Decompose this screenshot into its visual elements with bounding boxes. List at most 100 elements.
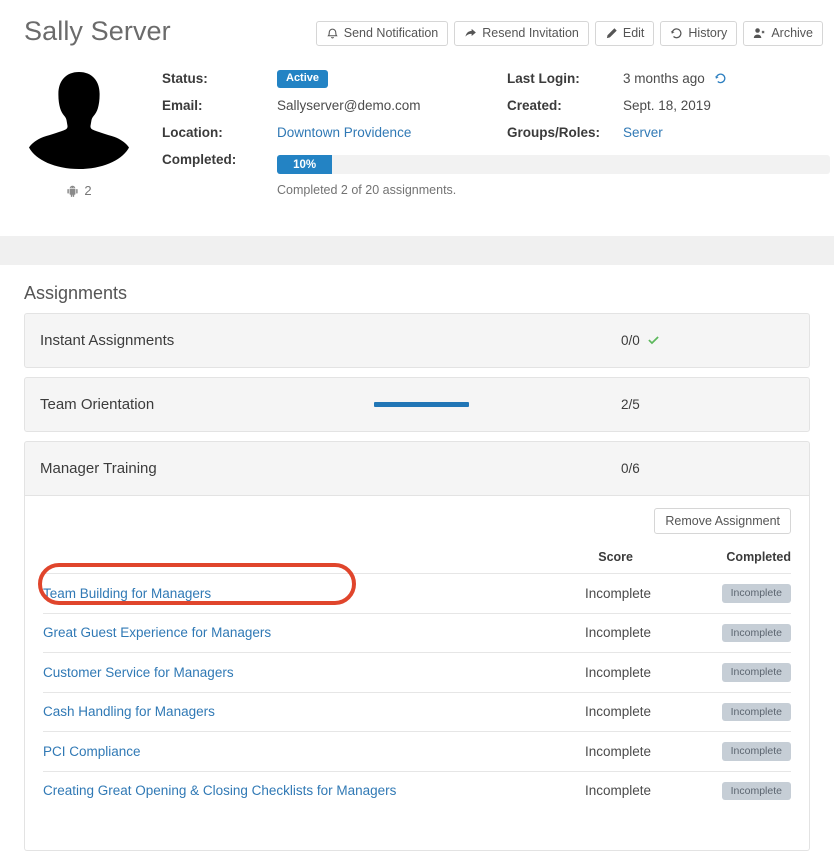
- location-link[interactable]: Downtown Providence: [277, 122, 411, 143]
- status-badge: Incomplete: [721, 623, 791, 642]
- assignment-group-count: 0/0: [621, 333, 640, 348]
- course-link[interactable]: PCI Compliance: [43, 744, 141, 759]
- history-icon: [670, 27, 683, 40]
- course-score: Incomplete: [463, 731, 651, 771]
- course-name-cell: Team Building for Managers: [43, 573, 463, 613]
- field-completed-label: Completed:: [162, 152, 237, 167]
- archive-button[interactable]: Archive: [743, 21, 823, 46]
- status-badge: Incomplete: [721, 742, 791, 761]
- assignment-group-name: Instant Assignments: [40, 332, 175, 349]
- field-email-label: Email:: [162, 98, 203, 113]
- field-location: Location: Downtown Providence: [162, 122, 492, 149]
- assignment-group-header[interactable]: Team Orientation 2/5: [24, 377, 810, 432]
- field-status-label: Status:: [162, 71, 208, 86]
- edit-label: Edit: [622, 26, 645, 41]
- field-last-login-label: Last Login:: [507, 71, 580, 86]
- course-link[interactable]: Customer Service for Managers: [43, 665, 234, 680]
- field-status: Status: Active: [162, 68, 492, 95]
- assignment-group-count-wrap: 0/0: [621, 333, 660, 348]
- assignment-group-progress-fill: [374, 402, 469, 407]
- assignment-group-progress-track: [374, 402, 469, 407]
- history-button[interactable]: History: [660, 21, 738, 46]
- assignment-group-header[interactable]: Manager Training 0/6: [24, 441, 810, 496]
- bell-icon: [326, 27, 339, 40]
- assignments-section-title: Assignments: [24, 283, 128, 303]
- course-link[interactable]: Team Building for Managers: [43, 586, 211, 601]
- column-header-name: [43, 550, 463, 574]
- course-completed-cell: Incomplete: [651, 691, 791, 732]
- field-created: Created: Sept. 18, 2019: [507, 95, 827, 122]
- course-score: Incomplete: [463, 652, 651, 692]
- course-name-cell: Great Guest Experience for Managers: [43, 612, 463, 653]
- field-last-login-value: 3 months ago: [623, 71, 705, 86]
- history-icon[interactable]: [714, 72, 727, 85]
- completion-progress-fill: 10%: [277, 155, 333, 174]
- pencil-icon: [605, 27, 618, 40]
- archive-label: Archive: [771, 26, 813, 41]
- status-badge: Incomplete: [721, 584, 791, 603]
- field-email-value: Sallyserver@demo.com: [277, 98, 421, 113]
- field-groups-roles-label: Groups/Roles:: [507, 125, 601, 140]
- course-score: Incomplete: [463, 612, 651, 653]
- completion-note: Completed 2 of 20 assignments.: [277, 183, 457, 197]
- send-notification-button[interactable]: Send Notification: [315, 21, 449, 46]
- completion-progress-block: 10% Completed 2 of 20 assignments.: [277, 155, 830, 197]
- course-name-cell: Creating Great Opening & Closing Checkli…: [43, 770, 463, 810]
- course-completed-cell: Incomplete: [651, 612, 791, 653]
- field-email: Email: Sallyserver@demo.com: [162, 95, 492, 122]
- course-completed-cell: Incomplete: [651, 731, 791, 771]
- table-row: Cash Handling for Managers Incomplete Inco…: [43, 691, 791, 732]
- course-score: Incomplete: [463, 573, 651, 613]
- status-badge-wrap: Active: [277, 68, 329, 88]
- table-row: Team Building for Managers Incomplete Inco…: [43, 573, 791, 613]
- android-icon: [67, 185, 78, 197]
- completion-progress-track: 10%: [277, 155, 830, 174]
- user-times-icon: [753, 27, 766, 40]
- field-location-label: Location:: [162, 125, 223, 140]
- course-link[interactable]: Cash Handling for Managers: [43, 704, 215, 719]
- assignment-group-count: 0/6: [621, 461, 640, 476]
- status-badge: Incomplete: [721, 702, 791, 721]
- status-badge: Active: [277, 70, 329, 88]
- course-name-cell: Customer Service for Managers: [43, 652, 463, 692]
- assignments-accordion: Instant Assignments 0/0 Team Orientation 2/…: [24, 313, 810, 854]
- field-groups-roles: Groups/Roles: Server: [507, 122, 827, 149]
- page-title: Sally Server: [24, 16, 171, 46]
- avatar-block: 2: [24, 68, 134, 203]
- table-row: Customer Service for Managers Incomplete I…: [43, 652, 791, 692]
- assignments-panel: Assignments Instant Assignments 0/0 Team O…: [0, 265, 834, 854]
- assignment-group: Manager Training 0/6 Remove Assignment Scor…: [24, 441, 810, 851]
- profile-info-right: Last Login: 3 months ago Created: Sept. …: [507, 68, 827, 149]
- course-link[interactable]: Great Guest Experience for Managers: [43, 625, 271, 640]
- assignment-group-header[interactable]: Instant Assignments 0/0: [24, 313, 810, 368]
- device-count-block: 2: [66, 183, 92, 198]
- avatar: [29, 72, 129, 169]
- groups-roles-link[interactable]: Server: [623, 122, 663, 143]
- remove-assignment-button[interactable]: Remove Assignment: [654, 508, 791, 534]
- assignment-group-count-wrap: 2/5: [621, 397, 640, 412]
- edit-button[interactable]: Edit: [594, 21, 655, 46]
- course-name-cell: Cash Handling for Managers: [43, 691, 463, 732]
- table-row: Great Guest Experience for Managers Incom…: [43, 612, 791, 653]
- field-created-label: Created:: [507, 98, 562, 113]
- profile-toolbar: Send Notification Resend Invitation Edit: [315, 21, 823, 46]
- course-link[interactable]: Creating Great Opening & Closing Checkli…: [43, 783, 396, 798]
- assignment-group-name: Team Orientation: [40, 396, 155, 413]
- check-icon: [648, 336, 659, 345]
- history-label: History: [688, 26, 728, 41]
- profile-panel: Sally Server Send Notification Resend In…: [0, 0, 834, 236]
- courses-table: Score Completed Team Building for Managers…: [43, 550, 791, 810]
- assignment-group-name: Manager Training: [40, 460, 157, 477]
- assignment-group: Instant Assignments 0/0: [24, 313, 810, 368]
- assignment-group-body: Remove Assignment Score Completed Team Buil…: [24, 496, 810, 851]
- resend-invitation-button[interactable]: Resend Invitation: [454, 21, 589, 46]
- column-header-completed: Completed: [726, 550, 791, 564]
- table-row: PCI Compliance Incomplete Incomplete: [43, 731, 791, 771]
- field-created-value: Sept. 18, 2019: [623, 98, 711, 113]
- assignment-group-count-wrap: 0/6: [621, 461, 640, 476]
- page-root: Sally Server Send Notification Resend In…: [0, 0, 834, 854]
- share-arrow-icon: [464, 27, 477, 40]
- send-notification-label: Send Notification: [343, 26, 439, 41]
- courses-header-row: Score Completed: [43, 550, 791, 574]
- course-completed-cell: Incomplete: [651, 770, 791, 810]
